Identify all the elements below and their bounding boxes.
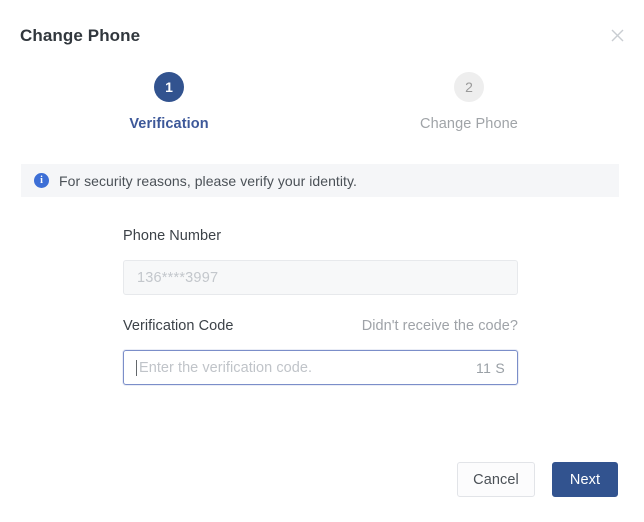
text-caret xyxy=(136,360,137,376)
step-number-badge-1: 1 xyxy=(154,72,184,102)
change-phone-dialog: Change Phone 1 Verification 2 Change Pho… xyxy=(0,0,644,522)
resend-code-link[interactable]: Didn't receive the code? xyxy=(362,318,518,334)
page-title: Change Phone xyxy=(20,26,141,45)
verification-code-label: Verification Code xyxy=(123,318,234,334)
field-spacer xyxy=(123,295,518,318)
dialog-footer: Cancel Next xyxy=(457,462,618,497)
dialog-header: Change Phone xyxy=(0,0,644,62)
stepper: 1 Verification 2 Change Phone xyxy=(0,72,644,168)
phone-label-row: Phone Number xyxy=(123,228,518,248)
info-circle-icon: i xyxy=(34,173,49,188)
next-button[interactable]: Next xyxy=(552,462,618,497)
security-info-banner: i For security reasons, please verify yo… xyxy=(21,164,619,197)
info-banner-text: For security reasons, please verify your… xyxy=(59,172,357,189)
close-icon[interactable] xyxy=(604,22,630,48)
stepper-step-verification[interactable]: 1 Verification xyxy=(106,72,232,132)
stepper-step-change-phone[interactable]: 2 Change Phone xyxy=(406,72,532,132)
cancel-button[interactable]: Cancel xyxy=(457,462,535,497)
verification-code-placeholder: Enter the verification code. xyxy=(139,359,313,376)
step-label-change-phone: Change Phone xyxy=(420,116,518,132)
step-number-badge-2: 2 xyxy=(454,72,484,102)
verification-form: Phone Number 136****3997 Verification Co… xyxy=(123,228,518,385)
verification-code-input[interactable]: Enter the verification code. 11 S xyxy=(123,350,518,385)
phone-number-input: 136****3997 xyxy=(123,260,518,295)
phone-number-label: Phone Number xyxy=(123,228,222,244)
code-label-row: Verification Code Didn't receive the cod… xyxy=(123,318,518,338)
step-label-verification: Verification xyxy=(129,116,209,132)
phone-number-value: 136****3997 xyxy=(137,269,219,286)
resend-countdown: 11 S xyxy=(476,359,505,376)
